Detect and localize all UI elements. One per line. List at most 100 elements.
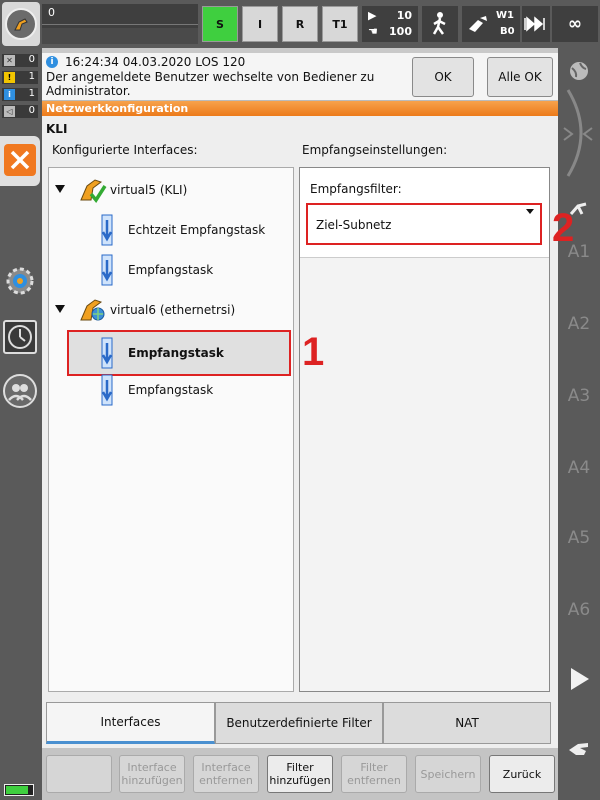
globe-icon[interactable] xyxy=(568,60,590,86)
drives-button[interactable]: I xyxy=(242,6,278,42)
clock-icon[interactable] xyxy=(3,320,37,354)
all-ok-button[interactable]: Alle OK xyxy=(487,57,553,97)
robot-interpreter-button[interactable]: R xyxy=(282,6,318,42)
info-message-counter[interactable]: i 1 xyxy=(2,88,38,101)
receive-task-icon xyxy=(101,337,113,369)
add-interface-button[interactable]: Interface hinzufügen xyxy=(119,755,185,793)
annotation-number: 2 xyxy=(552,206,575,250)
add-filter-button[interactable]: Filter hinzufügen xyxy=(267,755,333,793)
axis-key-a2[interactable]: A2 xyxy=(558,314,600,334)
receive-task-icon xyxy=(101,374,113,406)
space-mouse-icon[interactable] xyxy=(560,88,598,182)
ok-button[interactable]: OK xyxy=(412,57,474,97)
tab-bar: Interfaces Benutzerdefinierte Filter NAT xyxy=(46,702,554,744)
robot-interface-icon xyxy=(80,179,107,203)
main-menu-button[interactable] xyxy=(2,2,40,46)
axis-key-a5[interactable]: A5 xyxy=(558,528,600,548)
softkey-bar: Interface hinzufügen Interface entfernen… xyxy=(42,748,558,800)
tree-item-task-selected[interactable]: Empfangstask xyxy=(67,330,291,376)
axis-key-a3[interactable]: A3 xyxy=(558,386,600,406)
filter-group: Empfangsfilter: Ziel-Subnetz xyxy=(300,168,549,258)
softkey-empty[interactable] xyxy=(46,755,112,793)
warning-message-counter[interactable]: ! 1 xyxy=(2,71,38,84)
save-button[interactable]: Speichern xyxy=(415,755,481,793)
section-label: KLI xyxy=(46,122,68,136)
receive-task-icon xyxy=(101,254,113,286)
message-text: Der angemeldete Benutzer wechselte von B… xyxy=(46,70,375,98)
expand-arrow-icon[interactable] xyxy=(55,305,65,313)
override-speed-button[interactable]: ▶ 10 ☚ 100 xyxy=(362,6,418,42)
interface-tree: virtual5 (KLI) Echtzeit Empfangstask Emp… xyxy=(48,167,294,692)
hand-jog-icon[interactable] xyxy=(566,736,592,764)
right-sidebar: A1 A2 A3 A4 A5 A6 xyxy=(558,48,600,800)
close-window-button[interactable] xyxy=(0,136,40,186)
axis-key-a4[interactable]: A4 xyxy=(558,458,600,478)
notify-message-counter[interactable]: ◁ 0 xyxy=(2,105,38,118)
jog-increment-button[interactable] xyxy=(522,6,550,42)
selected-filter-value: Ziel-Subnetz xyxy=(316,218,392,232)
warning-icon: ! xyxy=(4,72,15,83)
receive-settings-label: Empfangseinstellungen: xyxy=(302,143,448,157)
tab-interfaces[interactable]: Interfaces xyxy=(46,702,215,744)
back-button[interactable]: Zurück xyxy=(489,755,555,793)
network-config-panel: KLI Konfigurierte Interfaces: Empfangsei… xyxy=(42,116,558,800)
tree-item-label: virtual6 (ethernetrsi) xyxy=(110,303,236,317)
play-icon: ▶ xyxy=(368,9,377,22)
program-run-mode-button[interactable] xyxy=(422,6,458,42)
submit-interpreter-button[interactable]: S xyxy=(202,6,238,42)
counter-value: 0 xyxy=(28,54,35,65)
tree-item-task[interactable]: Empfangstask xyxy=(49,252,293,288)
robot-logo-icon xyxy=(5,8,37,40)
remove-filter-button[interactable]: Filter entfernen xyxy=(341,755,407,793)
close-icon xyxy=(4,144,36,176)
tree-item-label: Echtzeit Empfangstask xyxy=(128,223,266,237)
robot-network-icon xyxy=(80,299,105,321)
message-header: 16:24:34 04.03.2020 LOS 120 xyxy=(65,55,246,69)
counter-value: 1 xyxy=(28,71,35,82)
tab-nat[interactable]: NAT xyxy=(383,702,551,744)
info-icon: i xyxy=(4,89,15,100)
walking-person-icon xyxy=(432,12,446,35)
window-title: Netzwerkkonfiguration xyxy=(42,101,558,116)
tool-number: W1 xyxy=(496,10,514,21)
battery-icon xyxy=(4,784,34,796)
gear-icon[interactable] xyxy=(3,264,37,298)
expand-arrow-icon[interactable] xyxy=(55,185,65,193)
tab-custom-filters[interactable]: Benutzerdefinierte Filter xyxy=(215,702,383,744)
ack-message-counter[interactable]: ✕ 0 xyxy=(2,54,38,67)
chevron-down-icon xyxy=(526,209,534,214)
remove-interface-button[interactable]: Interface entfernen xyxy=(193,755,259,793)
override-value: 0 xyxy=(48,6,55,19)
tree-item-virtual6[interactable]: virtual6 (ethernetrsi) xyxy=(49,292,293,328)
tree-item-label: Empfangstask xyxy=(128,263,214,277)
counter-value: 0 xyxy=(28,105,35,116)
receive-settings-panel: Empfangsfilter: Ziel-Subnetz xyxy=(299,167,550,692)
receive-filter-label: Empfangsfilter: xyxy=(310,182,402,196)
receive-filter-dropdown[interactable]: Ziel-Subnetz xyxy=(306,203,542,245)
tool-icon xyxy=(469,16,487,32)
annotation-number: 1 xyxy=(302,330,325,374)
start-icon[interactable] xyxy=(568,666,592,696)
tool-base-button[interactable]: W1 B0 xyxy=(462,6,520,42)
message-window: i 16:24:34 04.03.2020 LOS 120 Der angeme… xyxy=(42,53,558,101)
receive-task-icon xyxy=(101,214,113,246)
tree-item-task[interactable]: Echtzeit Empfangstask xyxy=(49,212,293,248)
notify-icon: ◁ xyxy=(4,106,15,117)
divider xyxy=(42,24,198,25)
override-status-field[interactable]: 0 xyxy=(42,4,198,44)
increment-value[interactable]: ∞ xyxy=(552,6,598,42)
base-number: B0 xyxy=(500,26,515,37)
axis-key-a6[interactable]: A6 xyxy=(558,600,600,620)
ack-icon: ✕ xyxy=(4,55,15,66)
tree-item-label: virtual5 (KLI) xyxy=(110,183,188,197)
hand-icon: ☚ xyxy=(368,25,378,38)
counter-value: 1 xyxy=(28,88,35,99)
operating-mode-button[interactable]: T1 xyxy=(322,6,358,42)
tree-item-virtual5[interactable]: virtual5 (KLI) xyxy=(49,172,293,208)
tree-item-task[interactable]: Empfangstask xyxy=(49,372,293,408)
info-icon: i xyxy=(46,56,58,68)
status-field-lower xyxy=(42,28,198,44)
battery-level xyxy=(6,786,28,794)
hand-override-value: 100 xyxy=(389,25,412,38)
users-icon[interactable] xyxy=(3,374,37,408)
